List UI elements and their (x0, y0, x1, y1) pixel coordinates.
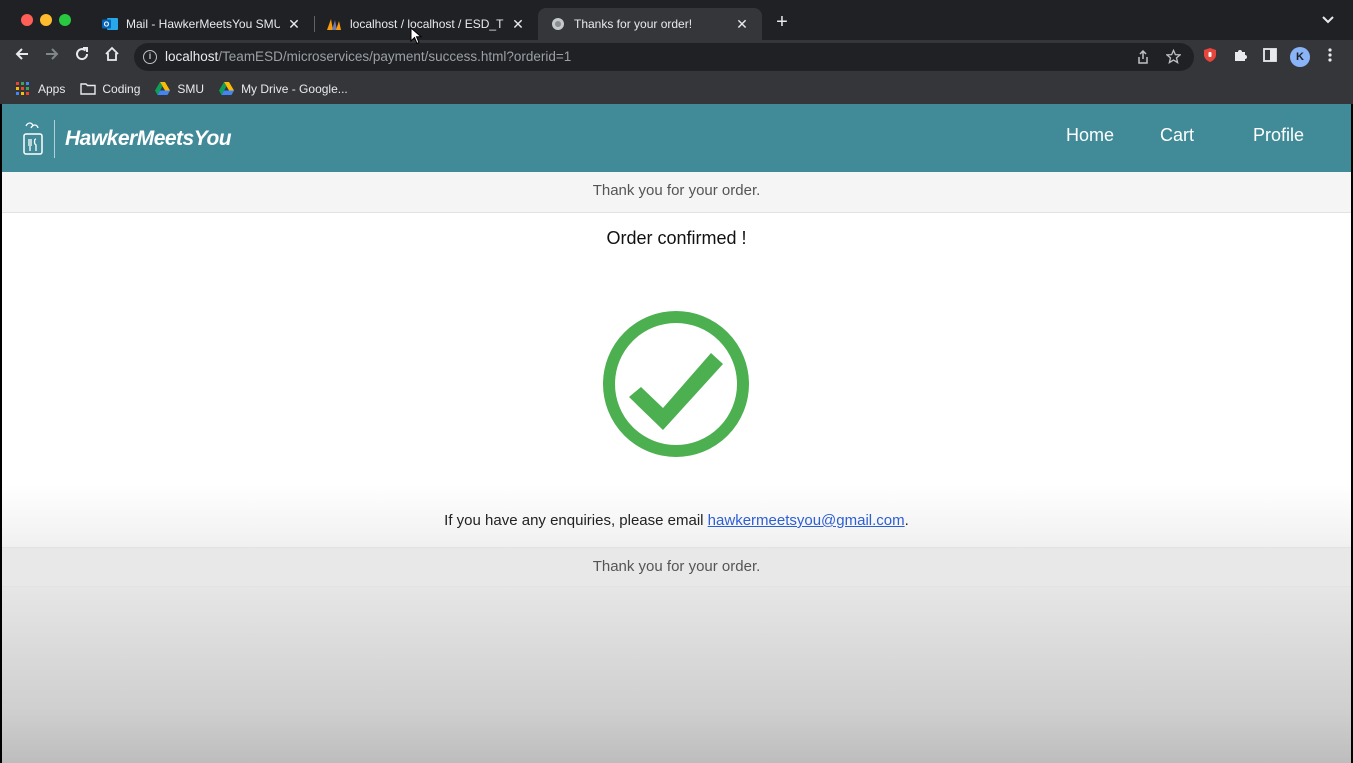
tab-strip: O Mail - HawkerMeetsYou SMU - ✕ localhos… (0, 0, 1353, 40)
side-panel-icon[interactable] (1260, 47, 1280, 67)
nav-cart-link[interactable]: Cart (1160, 125, 1194, 146)
bookmark-label: My Drive - Google... (241, 82, 348, 96)
bookmark-my-drive[interactable]: My Drive - Google... (219, 82, 348, 96)
svg-text:O: O (104, 22, 110, 29)
phpmyadmin-icon (326, 16, 342, 32)
tab-close-icon[interactable]: ✕ (510, 16, 526, 33)
tab-title: localhost / localhost / ESD_T1 / (350, 17, 504, 31)
nav-home-link[interactable]: Home (1066, 125, 1114, 146)
enquiry-text: If you have any enquiries, please email … (444, 512, 909, 529)
new-tab-button[interactable]: + (772, 12, 792, 32)
tab-title: Mail - HawkerMeetsYou SMU - (126, 17, 280, 31)
bookmark-coding[interactable]: Coding (80, 82, 140, 96)
web-page: HawkerMeetsYou Home Cart Profile Thank y… (2, 104, 1351, 763)
brand-divider (54, 120, 55, 158)
brand-name[interactable]: HawkerMeetsYou (65, 127, 232, 151)
site-info-icon[interactable]: i (143, 50, 157, 64)
tab-phpmyadmin[interactable]: localhost / localhost / ESD_T1 / ✕ (314, 8, 538, 40)
nav-profile-link[interactable]: Profile (1253, 125, 1304, 146)
tab-close-icon[interactable]: ✕ (734, 16, 750, 33)
browser-menu-kebab-icon[interactable] (1320, 47, 1340, 67)
profile-avatar[interactable]: K (1290, 47, 1310, 67)
tab-title: Thanks for your order! (574, 17, 693, 31)
hawker-cart-logo-icon[interactable] (20, 122, 50, 158)
tab-close-icon[interactable]: ✕ (286, 16, 302, 33)
thank-you-banner-bottom: Thank you for your order. (2, 547, 1351, 587)
google-drive-icon (219, 82, 235, 96)
bookmark-apps[interactable]: Apps (16, 82, 65, 96)
site-navbar: HawkerMeetsYou Home Cart Profile (2, 104, 1351, 172)
mouse-cursor-icon (410, 26, 423, 45)
bookmark-label: SMU (177, 82, 205, 96)
bookmarks-bar: Apps Coding SMU My Drive - Google... (0, 74, 1353, 104)
order-confirmed-heading: Order confirmed ! (606, 228, 747, 248)
reload-icon[interactable] (71, 46, 93, 68)
address-bar[interactable]: i localhost/TeamESD/microservices/paymen… (134, 43, 1194, 71)
url-text[interactable]: localhost/TeamESD/microservices/payment/… (165, 49, 571, 64)
bookmark-label: Coding (102, 82, 141, 96)
window-close-button[interactable] (21, 14, 33, 26)
support-email-link[interactable]: hawkermeetsyou@gmail.com (708, 512, 905, 529)
browser-chrome: O Mail - HawkerMeetsYou SMU - ✕ localhos… (0, 0, 1353, 104)
apps-grid-icon (16, 82, 31, 96)
google-drive-icon (155, 82, 171, 96)
window-minimize-button[interactable] (40, 14, 52, 26)
thank-you-banner-top: Thank you for your order. (2, 172, 1351, 213)
tab-thanks-active[interactable]: Thanks for your order! ✕ (538, 8, 762, 40)
bookmark-label: Apps (38, 82, 66, 96)
share-icon[interactable] (1133, 49, 1153, 69)
outlook-icon: O (102, 16, 118, 32)
home-icon[interactable] (101, 46, 123, 68)
forward-arrow-icon[interactable] (41, 46, 63, 68)
extensions-puzzle-icon[interactable] (1230, 47, 1250, 67)
adblock-extension-icon[interactable] (1200, 47, 1220, 67)
folder-icon (80, 82, 97, 96)
back-arrow-icon[interactable] (11, 46, 33, 68)
globe-icon (550, 16, 566, 32)
page-footer-area (2, 587, 1351, 763)
browser-toolbar: i localhost/TeamESD/microservices/paymen… (0, 40, 1353, 74)
bookmark-star-icon[interactable] (1163, 48, 1183, 69)
bookmark-smu[interactable]: SMU (155, 82, 204, 96)
window-zoom-button[interactable] (59, 14, 71, 26)
tab-mail[interactable]: O Mail - HawkerMeetsYou SMU - ✕ (90, 8, 314, 40)
tab-search-chevron-icon[interactable] (1322, 14, 1334, 28)
check-circle-icon (600, 309, 752, 459)
